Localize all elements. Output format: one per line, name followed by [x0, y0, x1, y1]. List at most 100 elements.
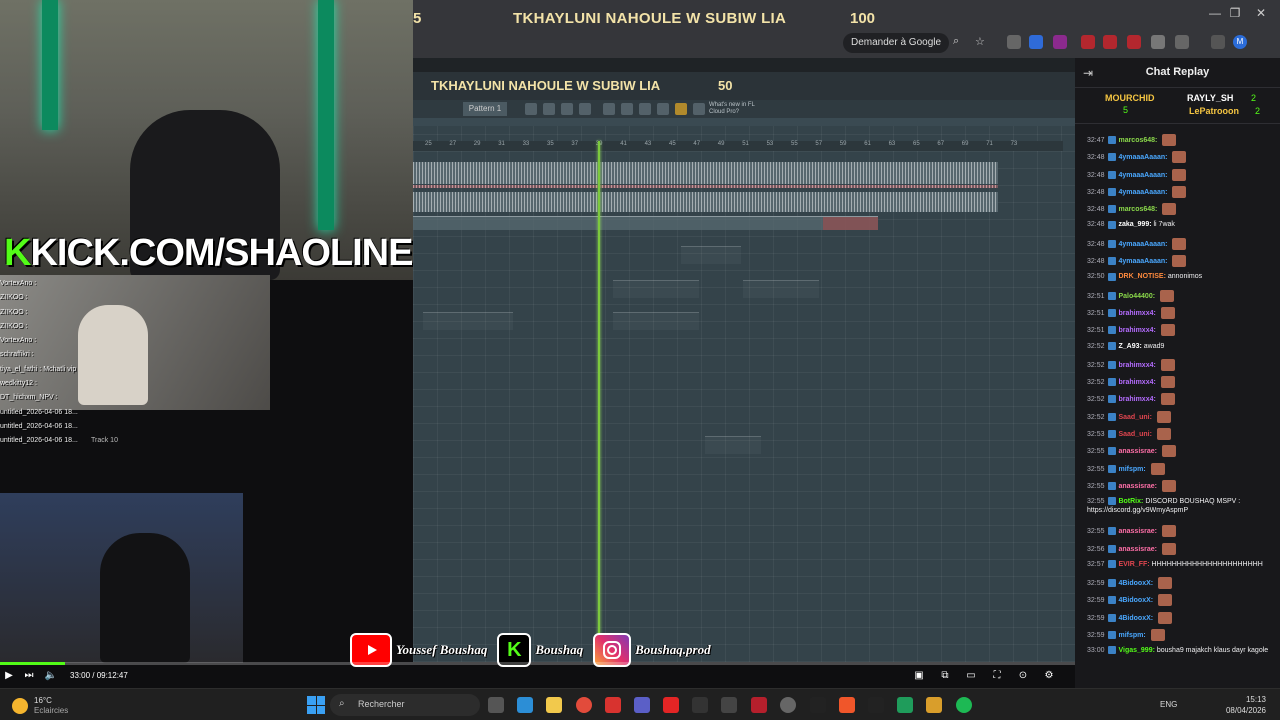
speed-icon[interactable]: ⊙	[1016, 670, 1030, 681]
message-username[interactable]: 4ymaaaAaaan:	[1118, 189, 1169, 196]
minimize-icon[interactable]: —	[1205, 6, 1225, 22]
tool-icon[interactable]	[543, 103, 555, 115]
tool-icon[interactable]	[525, 103, 537, 115]
tool-icon[interactable]	[621, 103, 633, 115]
system-clock[interactable]: 15:13 08/04/2026	[1226, 694, 1266, 716]
message-username[interactable]: brahimxx4:	[1118, 310, 1157, 317]
tool-icon[interactable]	[693, 103, 705, 115]
settings-gear-icon[interactable]: ⚙	[1042, 670, 1056, 681]
volume-icon[interactable]: 🔈	[44, 670, 58, 681]
message-username[interactable]: Vigas_999:	[1118, 647, 1156, 654]
extension-icon[interactable]	[1029, 35, 1043, 49]
message-username[interactable]: brahimxx4:	[1118, 379, 1157, 386]
theatre-icon[interactable]: ▭	[964, 670, 978, 681]
progress-bar[interactable]	[0, 662, 1075, 665]
puzzle-icon[interactable]	[1175, 35, 1189, 49]
faint-clip[interactable]	[613, 312, 699, 330]
browser-tab-title[interactable]: TKHAYLUNI NAHOULE W SUBIW LIA	[513, 10, 786, 27]
brave-icon[interactable]	[839, 697, 855, 713]
pattern-selector[interactable]: Pattern 1	[463, 102, 507, 116]
chat-messages[interactable]: 32:47 marcos648: 32:48 4ymaaaAaaan: 32:4…	[1075, 130, 1280, 688]
message-username[interactable]: anassisrae:	[1118, 545, 1158, 552]
close-icon[interactable]: ✕	[1251, 6, 1271, 22]
fl-studio-icon[interactable]	[692, 697, 708, 713]
app-icon[interactable]	[780, 697, 796, 713]
message-username[interactable]: anassisrae:	[1118, 528, 1158, 535]
app-icon[interactable]	[897, 697, 913, 713]
extension-icon[interactable]	[1103, 35, 1117, 49]
faint-clip[interactable]	[705, 436, 761, 454]
audio-waveform-clip[interactable]	[413, 162, 998, 184]
tool-icon[interactable]	[675, 103, 687, 115]
app-icon[interactable]	[721, 697, 737, 713]
app-icon[interactable]	[868, 697, 884, 713]
fullscreen-icon[interactable]: ⛶	[990, 670, 1004, 681]
taskbar-search[interactable]: ⌕ Rechercher	[330, 694, 480, 716]
task-view-icon[interactable]	[488, 697, 504, 713]
message-username[interactable]: EVIR_FF:	[1118, 561, 1151, 568]
tool-icon[interactable]	[639, 103, 651, 115]
message-username[interactable]: marcos648:	[1118, 206, 1159, 213]
teams-icon[interactable]	[634, 697, 650, 713]
windows-start-icon[interactable]	[307, 696, 325, 714]
message-username[interactable]: BotRix:	[1118, 498, 1145, 505]
acrobat-icon[interactable]	[605, 697, 621, 713]
extension-icon[interactable]	[1053, 35, 1067, 49]
app-icon[interactable]	[751, 697, 767, 713]
message-username[interactable]: zaka_999:	[1118, 221, 1153, 228]
message-username[interactable]: Palo44400:	[1118, 293, 1157, 300]
audio-waveform-clip[interactable]	[413, 192, 998, 212]
faint-clip[interactable]	[423, 312, 513, 330]
file-explorer-icon[interactable]	[546, 697, 562, 713]
collapse-chat-icon[interactable]: ⇥	[1083, 66, 1093, 80]
message-username[interactable]: 4BidooxX:	[1118, 580, 1155, 587]
tool-icon[interactable]	[579, 103, 591, 115]
chat-toggle-icon[interactable]: ▣	[912, 670, 926, 681]
message-username[interactable]: 4ymaaaAaaan:	[1118, 171, 1169, 178]
tool-icon[interactable]	[657, 103, 669, 115]
message-username[interactable]: 4ymaaaAaaan:	[1118, 241, 1169, 248]
message-username[interactable]: DRK_NOTISE:	[1118, 273, 1167, 280]
copilot-icon[interactable]	[517, 697, 533, 713]
gifter-name[interactable]: RAYLY_SH	[1187, 93, 1233, 103]
message-username[interactable]: marcos648:	[1118, 137, 1159, 144]
news-panel[interactable]: What's new in FL Cloud Pro?	[709, 102, 755, 116]
extension-icon[interactable]	[1081, 35, 1095, 49]
language-indicator[interactable]: ENG	[1160, 700, 1177, 709]
audio-clip-selected[interactable]	[823, 216, 878, 230]
message-username[interactable]: mifspm:	[1118, 632, 1147, 639]
gifter-name[interactable]: LePatrooon	[1189, 106, 1239, 116]
message-username[interactable]: anassisrae:	[1118, 483, 1158, 490]
zoom-icon[interactable]: ⌕	[953, 35, 967, 49]
ask-google-button[interactable]: Demander à Google	[843, 33, 950, 53]
tool-icon[interactable]	[603, 103, 615, 115]
play-icon[interactable]: ▶	[2, 670, 16, 681]
app-icon[interactable]	[810, 697, 826, 713]
message-username[interactable]: 4BidooxX:	[1118, 615, 1155, 622]
weather-sun-icon[interactable]	[12, 698, 28, 714]
playlist-area[interactable]: 2527293133353739414345474951535557596163…	[413, 126, 1075, 662]
audio-waveform-clip[interactable]	[413, 185, 998, 188]
extension-icon[interactable]	[1151, 35, 1165, 49]
message-username[interactable]: brahimxx4:	[1118, 396, 1157, 403]
profile-avatar[interactable]: M	[1233, 35, 1247, 49]
weather-temp[interactable]: 16°C	[34, 696, 52, 705]
timeline-ruler[interactable]: 2527293133353739414345474951535557596163…	[413, 141, 1063, 151]
clip-icon[interactable]: ⧉	[938, 670, 952, 681]
faint-clip[interactable]	[743, 280, 819, 298]
message-username[interactable]: anassisrae:	[1118, 448, 1158, 455]
message-username[interactable]: 4ymaaaAaaan:	[1118, 258, 1169, 265]
spotify-icon[interactable]	[956, 697, 972, 713]
audio-clip-row[interactable]	[413, 216, 878, 230]
faint-clip[interactable]	[613, 280, 699, 298]
bookmark-star-icon[interactable]: ☆	[975, 35, 989, 49]
playhead[interactable]	[598, 141, 600, 662]
tool-icon[interactable]	[561, 103, 573, 115]
message-username[interactable]: 4BidooxX:	[1118, 597, 1155, 604]
extension-icon[interactable]	[1127, 35, 1141, 49]
app-icon[interactable]	[926, 697, 942, 713]
message-username[interactable]: brahimxx4:	[1118, 362, 1157, 369]
message-username[interactable]: Saad_uni:	[1118, 431, 1153, 438]
message-username[interactable]: Z_A93:	[1118, 343, 1143, 350]
message-username[interactable]: 4ymaaaAaaan:	[1118, 154, 1169, 161]
